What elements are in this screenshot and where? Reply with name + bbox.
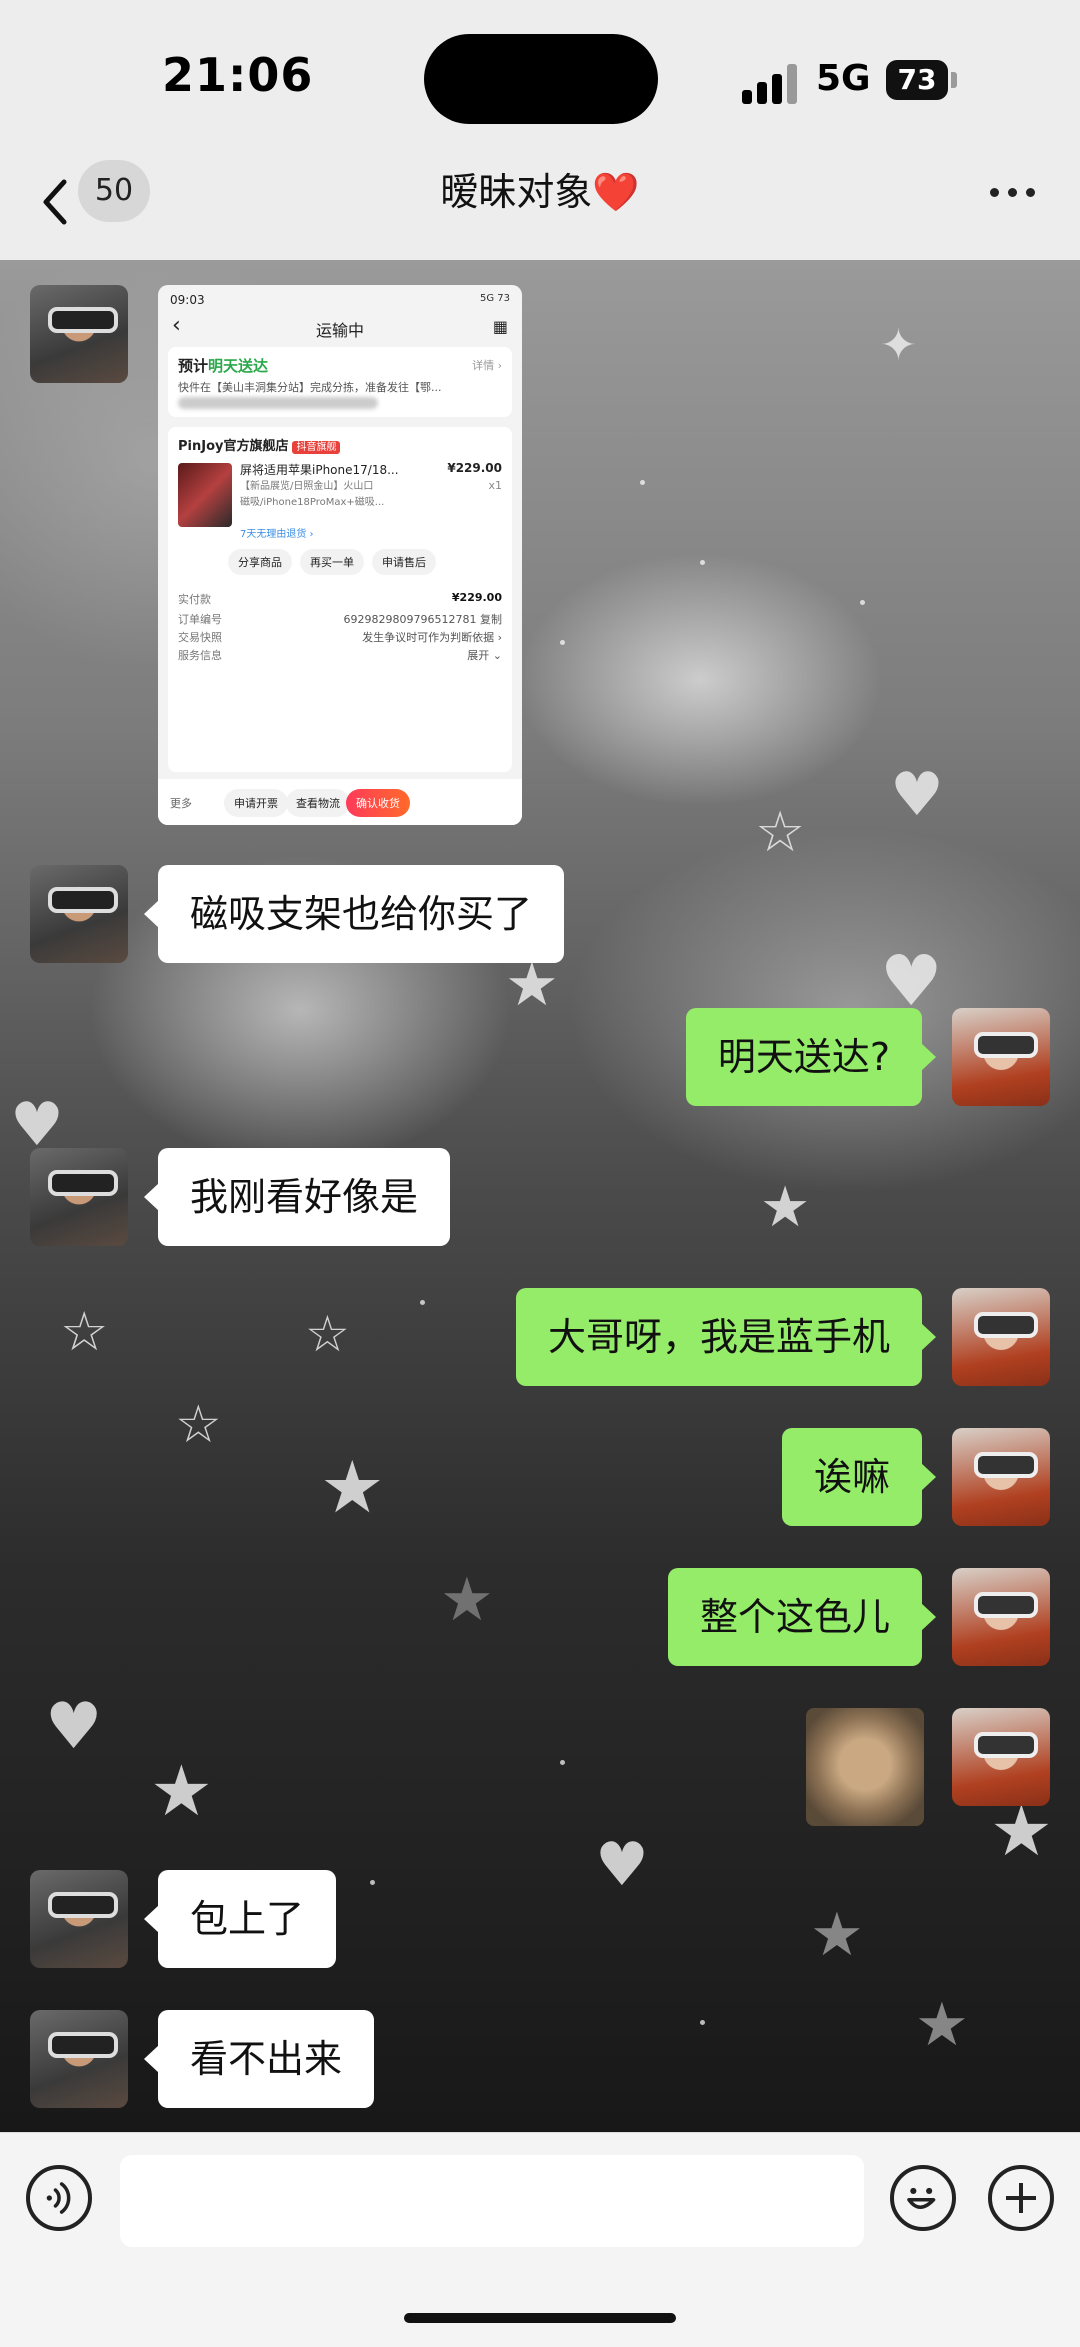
shot-return-policy: 7天无理由退货 ›	[240, 529, 314, 540]
shot-header-title: 运输中	[315, 321, 364, 340]
battery-tip	[951, 72, 957, 88]
my-avatar[interactable]	[952, 1288, 1050, 1386]
star-icon: ★	[810, 1900, 864, 1970]
star-icon: ★	[915, 1990, 969, 2060]
shared-order-screenshot[interactable]: 09:03 5G 73 ‹ 运输中 ▦ 预计明天送达 详情 › 快件在【美山丰洞…	[158, 285, 522, 825]
heart-deco-icon: ♥	[45, 1690, 103, 1764]
message-bubble-left[interactable]: 我刚看好像是	[143, 1148, 451, 1246]
chat-area[interactable]: ✦ ♥ ☆ ♥ ★ ♥ ☆ ★ ☆ ☆ ☆ ★ ★ ♥ ★ ★ ♥ ★ ★ 09…	[0, 260, 1080, 2132]
contact-avatar[interactable]	[30, 1148, 128, 1246]
shot-status-right: 5G 73	[479, 293, 510, 304]
star-icon: ★	[760, 1175, 811, 1240]
sparkle-icon: ✦	[880, 320, 917, 371]
shot-order-row: 订单编号 6929829809796512781 复制	[178, 613, 502, 626]
shot-bottom-bar: 更多 申请开票 查看物流 确认收货	[158, 779, 522, 825]
message-bubble-right[interactable]: 大哥呀，我是蓝手机	[515, 1288, 937, 1386]
shot-store-name: PinJoy官方旗舰店 抖音旗舰	[178, 435, 341, 454]
shot-delivery-card: 预计明天送达 详情 › 快件在【美山丰洞集分站】完成分拣，准备发往【鄂...	[168, 347, 512, 417]
my-avatar[interactable]	[952, 1568, 1050, 1666]
message-bubble-right[interactable]: 整个这色儿	[667, 1568, 937, 1666]
shot-product-qty: x1	[488, 479, 502, 492]
contact-avatar[interactable]	[30, 2010, 128, 2108]
star-outline-icon: ☆	[60, 1300, 109, 1363]
shot-detail-link: 详情 ›	[472, 359, 502, 372]
dynamic-island	[424, 34, 658, 124]
message-bubble-right[interactable]: 诶嘛	[781, 1428, 937, 1526]
contact-avatar[interactable]	[30, 285, 128, 383]
heart-deco-icon: ♥	[595, 1830, 649, 1900]
shot-status-time: 09:03	[170, 293, 205, 307]
shot-service-row: 服务信息 展开 ⌄	[178, 649, 502, 662]
emoji-icon[interactable]	[890, 2165, 956, 2231]
message-input[interactable]	[120, 2155, 864, 2247]
shot-trade-row: 交易快照 发生争议时可作为判断依据 ›	[178, 631, 502, 644]
star-icon: ★	[320, 1445, 385, 1529]
shot-product-price: ¥229.00	[447, 461, 502, 475]
more-dots-icon[interactable]	[990, 188, 1036, 198]
star-icon: ★	[440, 1565, 494, 1635]
star-icon: ★	[150, 1750, 213, 1832]
shot-tracking-text: 快件在【美山丰洞集分站】完成分拣，准备发往【鄂...	[178, 381, 442, 394]
plus-icon[interactable]	[988, 2165, 1054, 2231]
my-avatar[interactable]	[952, 1008, 1050, 1106]
message-bubble-left[interactable]: 看不出来	[143, 2010, 375, 2108]
shot-blurred-address	[178, 397, 378, 409]
shot-paid-row: 实付款 ¥229.00	[178, 591, 502, 606]
chat-title: 暧昧对象❤️	[0, 160, 1080, 224]
home-indicator	[404, 2313, 676, 2323]
message-bubble-left[interactable]: 磁吸支架也给你买了	[143, 865, 565, 963]
status-bar: 21:06 5G 73	[0, 0, 1080, 150]
heart-emoji: ❤️	[592, 170, 640, 214]
contact-avatar[interactable]	[30, 1870, 128, 1968]
my-avatar[interactable]	[952, 1708, 1050, 1806]
shot-action-buttons: 分享商品 再买一单 申请售后	[228, 549, 444, 575]
star-outline-icon: ☆	[175, 1395, 222, 1455]
message-bubble-left[interactable]: 包上了	[143, 1870, 337, 1968]
shot-order-card: PinJoy官方旗舰店 抖音旗舰 屏将适用苹果iPhone17/18... ¥22…	[168, 427, 512, 772]
chat-title-text: 暧昧对象	[440, 170, 593, 214]
network-label: 5G	[816, 58, 871, 99]
status-time: 21:06	[162, 48, 314, 102]
message-bubble-right[interactable]: 明天送达?	[685, 1008, 937, 1106]
shot-grid-icon: ▦	[492, 317, 508, 336]
shot-product-name: 屏将适用苹果iPhone17/18...	[240, 463, 399, 477]
heart-deco-icon: ♥	[890, 760, 944, 830]
shot-product-spec: 【新品展览/日照金山】火山口 磁吸/iPhone18ProMax+磁吸...	[240, 481, 385, 508]
contact-avatar[interactable]	[30, 865, 128, 963]
signal-icon	[742, 62, 802, 104]
battery-icon: 73	[886, 60, 948, 100]
shot-product-image	[178, 463, 232, 527]
star-outline-icon: ☆	[305, 1305, 350, 1363]
voice-icon[interactable]	[26, 2165, 92, 2231]
star-outline-icon: ☆	[755, 800, 806, 865]
cat-sticker-image[interactable]	[806, 1708, 924, 1826]
shot-eta: 预计明天送达	[178, 357, 269, 375]
my-avatar[interactable]	[952, 1428, 1050, 1526]
